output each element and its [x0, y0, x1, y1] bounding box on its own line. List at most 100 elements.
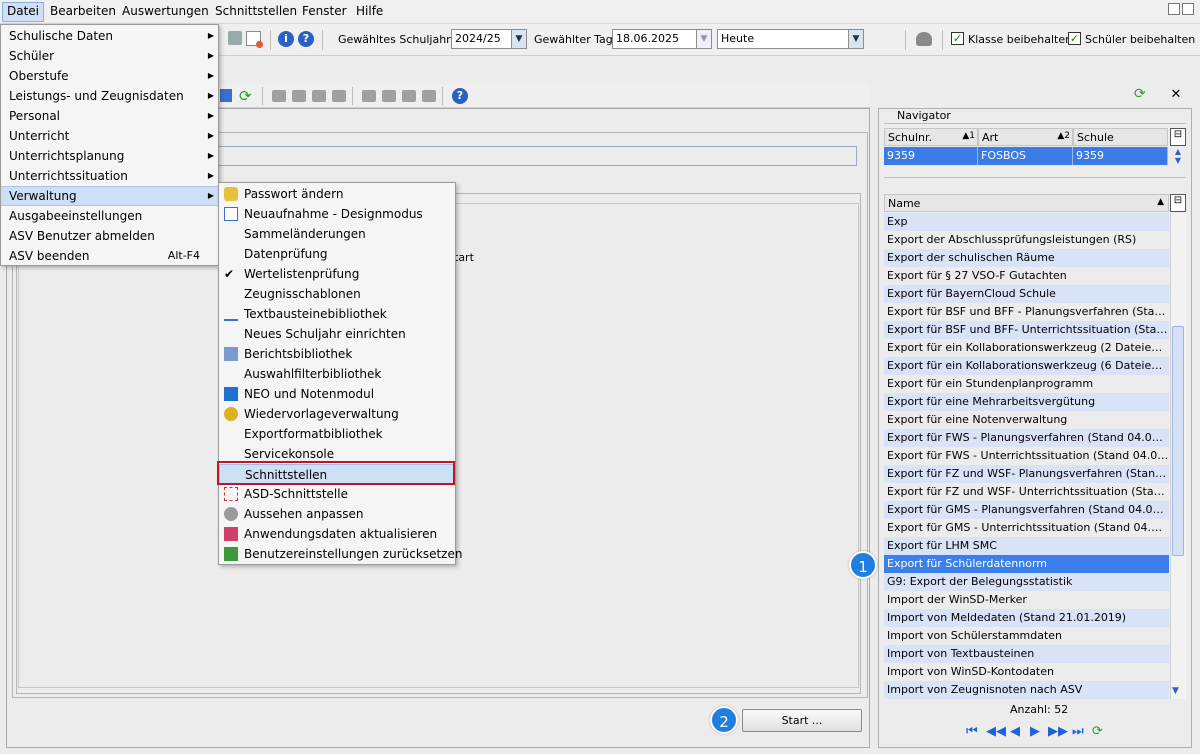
restore-icon[interactable] — [1168, 3, 1180, 15]
list-item[interactable]: Export für GMS - Planungsverfahren (Stan… — [884, 501, 1169, 519]
sync-icon[interactable]: ⟳ — [1134, 86, 1146, 102]
list-item[interactable]: Export für BSF und BFF- Unterrichtssitua… — [884, 321, 1169, 339]
submenu-item[interactable]: Datenprüfung — [219, 244, 455, 264]
submenu-item[interactable]: Sammeländerungen — [219, 224, 455, 244]
submenu-item[interactable]: Zeugnisschablonen — [219, 284, 455, 304]
schuljahr-select[interactable]: 2024/25 ▼ — [451, 29, 527, 49]
submenu-item[interactable]: ASD-Schnittstelle — [219, 484, 455, 504]
cell-schule[interactable]: 9359 — [1073, 147, 1168, 165]
name-field[interactable] — [212, 146, 857, 166]
col-art[interactable]: Art ▲2 — [978, 128, 1073, 146]
cell-schulnr[interactable]: 9359 — [884, 147, 978, 165]
menu-item[interactable]: Ausgabeeinstellungen — [1, 206, 218, 226]
next-page-icon[interactable]: ▶▶ — [1048, 724, 1068, 739]
back-arrow-icon[interactable] — [272, 90, 286, 102]
col-schulnr[interactable]: Schulnr. ▲1 — [884, 128, 978, 146]
close-icon[interactable]: ✕ — [1165, 86, 1187, 104]
help-icon[interactable]: ? — [452, 88, 468, 104]
menu-item[interactable]: Unterrichtssituation ▶ — [1, 166, 218, 186]
list-item[interactable]: Export für ein Kollaborationswerkzeug (6… — [884, 357, 1169, 375]
list-item[interactable]: Exp — [884, 213, 1169, 231]
scrollbar-thumb[interactable] — [1172, 326, 1184, 556]
list-item[interactable]: Export für ein Stundenplanprogramm — [884, 375, 1169, 393]
menu-item[interactable]: Personal ▶ — [1, 106, 218, 126]
list-item[interactable]: Export für FZ und WSF- Unterrichtssituat… — [884, 483, 1169, 501]
list-item[interactable]: Export der schulischen Räume — [884, 249, 1169, 267]
chevron-down-icon[interactable]: ▼ — [848, 30, 863, 48]
list-item[interactable]: Import von Zeugnisnoten nach ASV — [884, 681, 1169, 699]
help-icon[interactable]: ? — [298, 31, 314, 47]
submenu-item[interactable]: Exportformatbibliothek — [219, 424, 455, 444]
prev-page-icon[interactable]: ◀◀ — [986, 724, 1006, 739]
menu-item[interactable]: ASV Benutzer abmelden — [1, 226, 218, 246]
menu-bearbeiten[interactable]: Bearbeiten — [50, 4, 116, 18]
menu-auswertungen[interactable]: Auswertungen — [122, 4, 209, 18]
info-icon[interactable]: i — [278, 31, 294, 47]
list-item[interactable]: Import von WinSD-Kontodaten — [884, 663, 1169, 681]
menu-item[interactable]: Leistungs- und Zeugnisdaten ▶ — [1, 86, 218, 106]
list-item[interactable]: Import von Schülerstammdaten — [884, 627, 1169, 645]
tag-icon[interactable] — [422, 90, 436, 102]
cell-art[interactable]: FOSBOS — [978, 147, 1073, 165]
list-item[interactable]: Export für GMS - Unterrichtssituation (S… — [884, 519, 1169, 537]
menu-item[interactable]: Unterricht ▶ — [1, 126, 218, 146]
last-icon[interactable]: ⏭ — [1072, 724, 1084, 739]
menu-datei[interactable]: Datei — [2, 2, 45, 22]
list-item[interactable]: Import von Meldedaten (Stand 21.01.2019) — [884, 609, 1169, 627]
submenu-item[interactable]: Anwendungsdaten aktualisieren — [219, 524, 455, 544]
close-small-icon[interactable] — [1182, 3, 1194, 15]
chevron-down-icon[interactable]: ▼ — [696, 30, 711, 48]
submenu-item[interactable]: Auswahlfilterbibliothek — [219, 364, 455, 384]
list-item[interactable]: Export für LHM SMC — [884, 537, 1169, 555]
submenu-item[interactable]: Aussehen anpassen — [219, 504, 455, 524]
submenu-item[interactable]: Wiedervorlageverwaltung — [219, 404, 455, 424]
print-icon[interactable] — [362, 90, 376, 102]
copy-icon[interactable] — [312, 90, 326, 102]
list-item[interactable]: Export der Abschlussprüfungsleistungen (… — [884, 231, 1169, 249]
list-item[interactable]: Export für FZ und WSF- Planungsverfahren… — [884, 465, 1169, 483]
cut-icon[interactable] — [292, 90, 306, 102]
list-item[interactable]: Export für Schülerdatennorm — [884, 555, 1169, 573]
list-item[interactable]: Export für FWS - Planungsverfahren (Stan… — [884, 429, 1169, 447]
pin-icon[interactable] — [402, 90, 416, 102]
column-chooser-icon[interactable]: ⊟ — [1170, 128, 1186, 146]
menu-item[interactable]: Verwaltung ▶ — [1, 186, 218, 206]
tag-date-field[interactable]: 18.06.2025 ▼ — [612, 29, 712, 49]
list-item[interactable]: Export für § 27 VSO-F Gutachten — [884, 267, 1169, 285]
prev-icon[interactable]: ◀ — [1010, 724, 1020, 739]
menu-hilfe[interactable]: Hilfe — [356, 4, 383, 18]
scroll-down-icon[interactable]: ▼ — [1172, 686, 1179, 696]
window-new-icon[interactable] — [246, 31, 263, 48]
schueler-checkbox[interactable]: ✓ — [1068, 32, 1081, 45]
last-record-icon[interactable] — [220, 89, 232, 102]
eye-icon[interactable] — [382, 90, 396, 102]
list-item[interactable]: Import von Textbausteinen — [884, 645, 1169, 663]
menu-item[interactable]: ASV beenden Alt-F4 — [1, 246, 218, 266]
submenu-item[interactable]: Textbausteinebibliothek — [219, 304, 455, 324]
menu-item[interactable]: Unterrichtsplanung ▶ — [1, 146, 218, 166]
menu-schnittstellen[interactable]: Schnittstellen — [215, 4, 297, 18]
list-item[interactable]: Export für eine Notenverwaltung — [884, 411, 1169, 429]
list-item[interactable]: G9: Export der Belegungsstatistik — [884, 573, 1169, 591]
heute-select[interactable]: Heute ▼ — [717, 29, 864, 49]
submenu-item[interactable]: Neues Schuljahr einrichten — [219, 324, 455, 344]
menu-item[interactable]: Schulische Daten ▶ — [1, 26, 218, 46]
list-item[interactable]: Export für BSF und BFF - Planungsverfahr… — [884, 303, 1169, 321]
list-item[interactable]: Export für BayernCloud Schule — [884, 285, 1169, 303]
list-item[interactable]: Export für ein Kollaborationswerkzeug (2… — [884, 339, 1169, 357]
copy-icon[interactable] — [228, 31, 242, 45]
submenu-item[interactable]: Neuaufnahme - Designmodus — [219, 204, 455, 224]
spinner-icon[interactable]: ▲ ▼ — [1170, 147, 1186, 165]
lock-icon[interactable] — [916, 32, 932, 46]
klasse-checkbox[interactable]: ✓ — [951, 32, 964, 45]
list-item[interactable]: Import der WinSD-Merker — [884, 591, 1169, 609]
paste-icon[interactable] — [332, 90, 346, 102]
col-name[interactable]: Name ▲ — [884, 194, 1169, 212]
submenu-item[interactable]: ✔ Wertelistenprüfung — [219, 264, 455, 284]
first-icon[interactable]: ⏮ — [966, 724, 978, 739]
menu-item[interactable]: Oberstufe ▶ — [1, 66, 218, 86]
start-button[interactable]: Start ... — [742, 709, 862, 732]
chevron-down-icon[interactable]: ▼ — [511, 30, 526, 48]
refresh-icon[interactable]: ⟳ — [1092, 724, 1103, 739]
submenu-item[interactable]: Benutzereinstellungen zurücksetzen — [219, 544, 462, 564]
